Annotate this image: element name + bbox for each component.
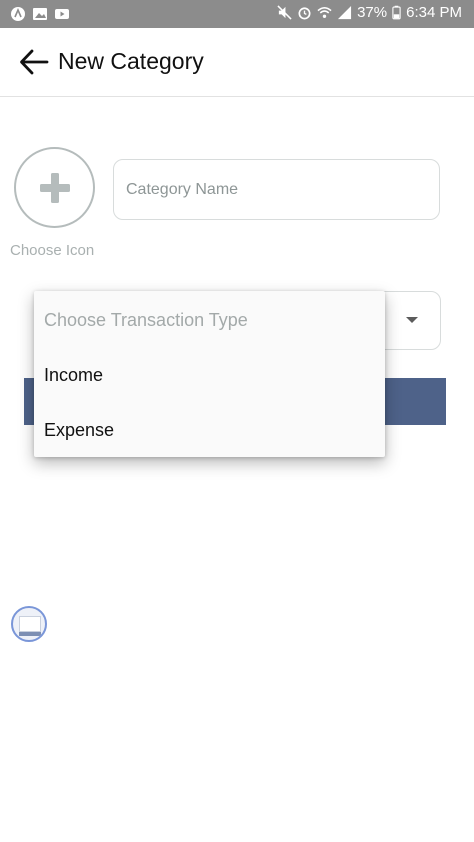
signal-icon [338,5,352,20]
plus-icon [40,173,70,203]
transaction-type-dropdown: Choose Transaction Type Income Expense [34,291,385,457]
dropdown-hint: Choose Transaction Type [44,310,248,330]
image-icon [33,8,47,20]
alarm-icon [298,7,311,20]
wifi-icon [317,7,332,18]
floating-bubble[interactable] [11,606,47,642]
category-name-field [113,159,440,220]
dropdown-caret-icon[interactable] [406,317,418,323]
status-bar: 37% 6:34 PM [0,0,474,28]
app-icon [11,7,25,21]
page-title: New Category [58,48,204,74]
choose-icon-button[interactable] [14,147,95,228]
app-bar: New Category [0,28,474,97]
battery-percent: 37% [357,4,388,21]
mute-icon [277,5,292,20]
choose-icon-label: Choose Icon [10,242,95,259]
option-income[interactable]: Income [34,348,385,403]
youtube-icon [55,9,69,19]
category-name-input[interactable] [114,160,439,219]
status-left-icons [10,6,70,22]
bubble-thumbnail [19,616,41,632]
bubble-bar [19,632,41,636]
option-expense[interactable]: Expense [34,403,385,458]
status-time: 6:34 PM [406,4,462,21]
status-right: 37% 6:34 PM [277,4,462,21]
arrow-back-icon[interactable] [18,48,50,76]
battery-icon [392,5,401,20]
